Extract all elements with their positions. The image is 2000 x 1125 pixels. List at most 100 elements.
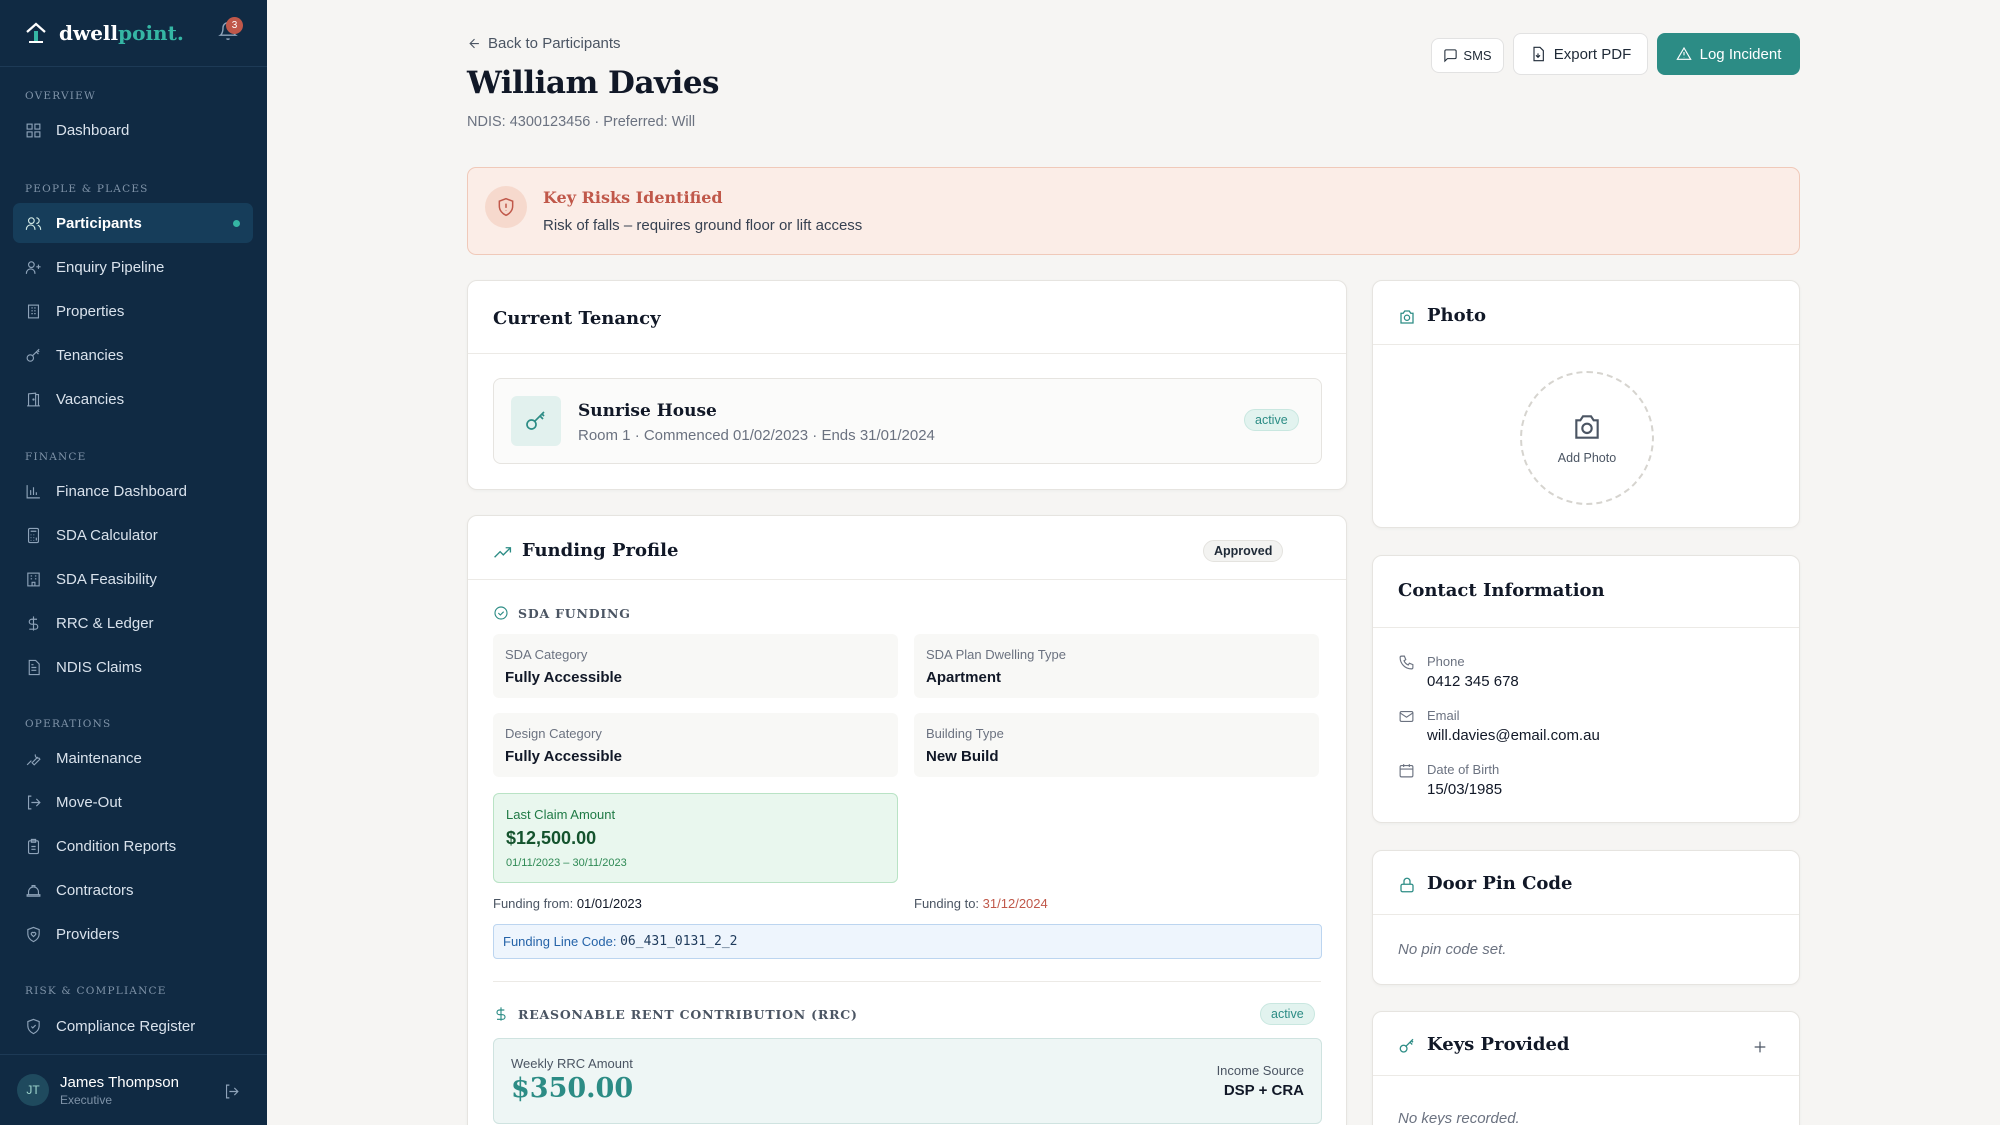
- door-pin-card: Door Pin Code No pin code set.: [1372, 850, 1800, 985]
- sms-button[interactable]: SMS: [1431, 38, 1504, 73]
- arrow-left-icon: [469, 38, 479, 49]
- user-name: James Thompson: [60, 1073, 179, 1091]
- divider: [468, 353, 1346, 354]
- divider: [468, 579, 1346, 580]
- sidebar-item-label: Properties: [56, 302, 125, 320]
- sidebar-item-ndis-claims[interactable]: NDIS Claims: [13, 647, 253, 687]
- sidebar-item-label: Move-Out: [56, 793, 122, 811]
- nav-section-risk: Risk & Compliance: [25, 985, 167, 997]
- dob-value: 15/03/1985: [1427, 781, 1503, 798]
- brand-name[interactable]: dwellpoint.: [59, 21, 184, 45]
- property-name: Sunrise House: [578, 401, 717, 421]
- sidebar-item-finance-dashboard[interactable]: Finance Dashboard: [13, 471, 253, 511]
- shield-alert-icon: [485, 186, 527, 228]
- divider: [493, 981, 1321, 982]
- last-claim-label: Last Claim Amount: [506, 807, 616, 822]
- card-heading: Door Pin Code: [1427, 873, 1573, 894]
- field-sda-category: SDA Category Fully Accessible: [493, 634, 898, 698]
- sidebar-item-label: Maintenance: [56, 749, 142, 767]
- tenancy-item[interactable]: Sunrise House Room 1 · Commenced 01/02/2…: [493, 378, 1322, 464]
- risk-title: Key Risks Identified: [543, 188, 723, 207]
- sidebar-item-dashboard[interactable]: Dashboard: [13, 110, 253, 150]
- bar-chart-icon: [26, 484, 40, 498]
- section-label-text: Reasonable Rent Contribution (RRC): [518, 1006, 858, 1022]
- incident-label: Log Incident: [1699, 45, 1782, 63]
- sidebar-item-compliance-register[interactable]: Compliance Register: [13, 1006, 253, 1046]
- sidebar-item-sda-feasibility[interactable]: SDA Feasibility: [13, 559, 253, 599]
- back-link[interactable]: Back to Participants: [467, 35, 621, 52]
- nav-section-people: People & Places: [25, 183, 149, 195]
- sidebar-item-enquiry-pipeline[interactable]: Enquiry Pipeline: [13, 247, 253, 287]
- nav-section-operations: Operations: [25, 718, 112, 730]
- card-heading: Contact Information: [1398, 580, 1605, 601]
- logout-icon[interactable]: [223, 1083, 240, 1100]
- field-dwelling-type: SDA Plan Dwelling Type Apartment: [914, 634, 1319, 698]
- sidebar: dwellpoint. 3 Overview Dashboard People …: [0, 0, 267, 1125]
- phone-row[interactable]: Phone 0412 345 678: [1398, 654, 1519, 690]
- phone-label: Phone: [1427, 654, 1465, 669]
- income-source-label: Income Source: [1216, 1063, 1304, 1078]
- funding-to-label: Funding to:: [914, 896, 980, 911]
- funding-line-code: Funding Line Code: 06_431_0131_2_2: [493, 924, 1322, 959]
- dollar-icon: [496, 1007, 506, 1021]
- sidebar-item-providers[interactable]: Providers: [13, 914, 253, 954]
- sidebar-item-tenancies[interactable]: Tenancies: [13, 335, 253, 375]
- email-row[interactable]: Email will.davies@email.com.au: [1398, 708, 1600, 744]
- field-design-category: Design Category Fully Accessible: [493, 713, 898, 777]
- hard-hat-icon: [26, 884, 41, 897]
- calculator-icon: [27, 527, 40, 543]
- section-label-text: SDA Funding: [518, 605, 631, 621]
- sidebar-item-label: SDA Calculator: [56, 526, 158, 544]
- file-icon: [1533, 46, 1544, 62]
- divider: [1373, 914, 1799, 915]
- key-icon: [511, 396, 561, 446]
- key-icon: [1399, 1038, 1414, 1053]
- user-plus-icon: [25, 260, 41, 274]
- tenancy-details: Room 1 · Commenced 01/02/2023 · Ends 31/…: [578, 427, 935, 444]
- export-pdf-button[interactable]: Export PDF: [1513, 33, 1648, 75]
- dollar-icon: [28, 615, 39, 631]
- plus-icon[interactable]: [1752, 1039, 1768, 1055]
- lock-icon: [1400, 877, 1414, 893]
- field-label: Building Type: [926, 726, 1004, 741]
- active-indicator: [233, 219, 240, 227]
- page-subtitle: NDIS: 4300123456 · Preferred: Will: [467, 114, 696, 130]
- income-source-value: DSP + CRA: [1223, 1082, 1304, 1099]
- notification-badge: 3: [226, 17, 243, 34]
- field-label: Design Category: [505, 726, 602, 741]
- log-incident-button[interactable]: Log Incident: [1657, 33, 1800, 75]
- last-claim-amount: $12,500.00: [506, 828, 597, 848]
- last-claim-box: Last Claim Amount $12,500.00 01/11/2023 …: [493, 793, 898, 883]
- nav-section-finance: Finance: [25, 451, 87, 463]
- sidebar-item-sda-calculator[interactable]: SDA Calculator: [13, 515, 253, 555]
- sidebar-item-maintenance[interactable]: Maintenance: [13, 738, 253, 778]
- sidebar-item-properties[interactable]: Properties: [13, 291, 253, 331]
- dob-label: Date of Birth: [1427, 762, 1500, 777]
- user-profile[interactable]: JT James Thompson Executive: [0, 1054, 267, 1125]
- sidebar-item-participants[interactable]: Participants: [13, 203, 253, 243]
- line-code-value: 06_431_0131_2_2: [620, 934, 738, 949]
- empty-state: No pin code set.: [1398, 941, 1507, 958]
- phone-value: 0412 345 678: [1427, 673, 1519, 690]
- funding-from-label: Funding from:: [493, 896, 574, 911]
- shield-check-icon: [27, 1018, 40, 1034]
- sidebar-item-label: NDIS Claims: [56, 658, 142, 676]
- sidebar-item-vacancies[interactable]: Vacancies: [13, 379, 253, 419]
- rrc-weekly-label: Weekly RRC Amount: [511, 1056, 633, 1071]
- sidebar-item-rrc-ledger[interactable]: RRC & Ledger: [13, 603, 253, 643]
- sidebar-item-label: Contractors: [56, 881, 134, 899]
- sidebar-item-condition-reports[interactable]: Condition Reports: [13, 826, 253, 866]
- funding-from: Funding from: 01/01/2023: [493, 896, 642, 911]
- divider: [1373, 627, 1799, 628]
- sidebar-item-move-out[interactable]: Move-Out: [13, 782, 253, 822]
- add-photo-button[interactable]: Add Photo: [1520, 371, 1654, 505]
- trending-up-icon: [494, 547, 512, 558]
- key-risks-banner: Key Risks Identified Risk of falls – req…: [467, 167, 1800, 255]
- sidebar-item-label: Compliance Register: [56, 1017, 196, 1035]
- nav-section-overview: Overview: [25, 90, 96, 102]
- user-role: Executive: [60, 1092, 113, 1107]
- sidebar-item-contractors[interactable]: Contractors: [13, 870, 253, 910]
- sidebar-item-label: SDA Feasibility: [56, 570, 157, 588]
- field-label: SDA Category: [505, 647, 588, 662]
- field-value: Fully Accessible: [505, 748, 622, 765]
